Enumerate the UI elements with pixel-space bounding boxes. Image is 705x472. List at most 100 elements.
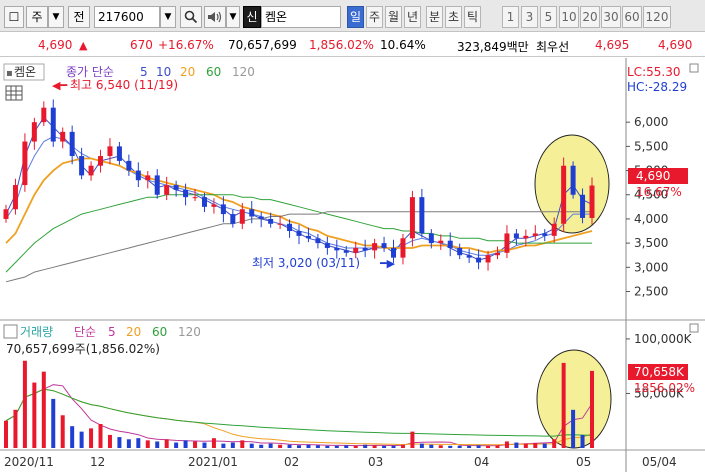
volume-bar bbox=[117, 437, 122, 448]
market-dropdown-icon[interactable]: ▼ bbox=[48, 6, 64, 28]
volume-bar bbox=[325, 445, 330, 448]
candle-body bbox=[145, 175, 151, 181]
volume-value: 70,657,699 bbox=[228, 38, 297, 52]
volume-bar bbox=[297, 445, 301, 448]
lc-label: LC:55.30 bbox=[627, 65, 680, 79]
volume-legend-prefix: 단순 bbox=[74, 325, 96, 339]
price-tick-label: 4,000 bbox=[634, 212, 668, 226]
sound-icon[interactable] bbox=[204, 6, 226, 28]
interval-60-button[interactable]: 60 bbox=[622, 6, 642, 28]
vol-legend-ma60: 60 bbox=[152, 325, 167, 339]
volume-bar bbox=[193, 441, 198, 448]
interval-10-button[interactable]: 10 bbox=[559, 6, 579, 28]
date-label: 04 bbox=[474, 455, 489, 469]
turnover-rate: 10.64% bbox=[380, 38, 426, 52]
candle-body bbox=[154, 175, 160, 195]
candle-body bbox=[476, 257, 482, 263]
volume-resize-handle[interactable] bbox=[689, 323, 699, 333]
volume-bar bbox=[22, 360, 27, 448]
period-week-tab[interactable]: 주 bbox=[366, 6, 383, 28]
candle-body bbox=[258, 216, 264, 219]
price-tick-label: 6,000 bbox=[634, 115, 668, 129]
volume-bar bbox=[89, 428, 94, 448]
grid-table-icon[interactable] bbox=[5, 85, 23, 101]
price-tick-label: 5,500 bbox=[634, 139, 668, 153]
volume-bar bbox=[448, 445, 453, 448]
volume-bar bbox=[410, 431, 415, 448]
volume-bar bbox=[372, 445, 377, 448]
volume-bar bbox=[41, 371, 46, 448]
candle-body bbox=[532, 233, 538, 236]
stock-name-field[interactable]: 켐온 bbox=[261, 6, 341, 28]
candle-body bbox=[457, 247, 463, 256]
interval-5-button[interactable]: 5 bbox=[540, 6, 557, 28]
candle-body bbox=[239, 209, 245, 224]
vol-legend-ma5: 5 bbox=[108, 325, 116, 339]
candle-body bbox=[485, 255, 491, 263]
current-price: 4,690 bbox=[38, 38, 73, 52]
credit-badge: 신 bbox=[243, 6, 261, 28]
volume-tick-label: 100,000K bbox=[634, 332, 693, 346]
panel-resize-handle[interactable] bbox=[689, 63, 699, 73]
candle-body bbox=[324, 243, 330, 248]
volume-bar bbox=[552, 439, 557, 448]
candle-body bbox=[60, 131, 66, 142]
candle-body bbox=[296, 231, 302, 236]
current-price-tag-text: 4,690 bbox=[636, 169, 670, 183]
legend-ma10: 10 bbox=[156, 65, 171, 79]
interval-1-button[interactable]: 1 bbox=[502, 6, 519, 28]
volume-bar bbox=[126, 439, 131, 448]
bid-price: 4,690 bbox=[658, 38, 693, 52]
period-year-tab[interactable]: 년 bbox=[404, 6, 421, 28]
window-icon[interactable]: ☐ bbox=[4, 6, 24, 28]
candle-body bbox=[211, 204, 217, 207]
sound-dropdown-icon[interactable]: ▼ bbox=[226, 6, 240, 28]
market-selector[interactable]: 주 bbox=[26, 6, 48, 28]
candle-body bbox=[438, 240, 444, 244]
volume-bar bbox=[259, 444, 264, 448]
current-pct-tag: 16.67% bbox=[636, 185, 682, 199]
candle-body bbox=[494, 252, 500, 256]
volume-bar bbox=[164, 439, 169, 448]
candle-body bbox=[192, 197, 198, 199]
candle-body bbox=[79, 156, 85, 176]
candle-body bbox=[50, 107, 56, 142]
candle-body bbox=[69, 131, 75, 157]
interval-20-button[interactable]: 20 bbox=[580, 6, 600, 28]
volume-bar bbox=[561, 362, 566, 448]
stock-code-input[interactable]: 217600 bbox=[94, 6, 160, 28]
period-minute-tab[interactable]: 분 bbox=[426, 6, 443, 28]
code-dropdown-icon[interactable]: ▼ bbox=[160, 6, 176, 28]
candle-body bbox=[41, 107, 47, 123]
interval-120-button[interactable]: 120 bbox=[643, 6, 671, 28]
volume-bar bbox=[542, 443, 547, 448]
candle-body bbox=[372, 243, 378, 251]
search-icon[interactable] bbox=[180, 6, 202, 28]
date-label: 03 bbox=[368, 455, 383, 469]
period-second-tab[interactable]: 초 bbox=[445, 6, 462, 28]
volume-bar bbox=[107, 434, 112, 448]
candle-body bbox=[542, 233, 548, 236]
volume-bar bbox=[533, 443, 538, 448]
price-tick-label: 2,500 bbox=[634, 284, 668, 298]
candle-body bbox=[447, 240, 453, 248]
period-month-tab[interactable]: 월 bbox=[385, 6, 402, 28]
interval-30-button[interactable]: 30 bbox=[601, 6, 621, 28]
legend-ma5: 5 bbox=[140, 65, 148, 79]
volume-bar bbox=[476, 445, 481, 448]
candle-body bbox=[343, 250, 349, 253]
volume-bar bbox=[353, 445, 358, 448]
volume-bar bbox=[486, 445, 491, 448]
period-tick-tab[interactable]: 틱 bbox=[464, 6, 481, 28]
candle-body bbox=[305, 235, 311, 239]
volume-bar bbox=[145, 440, 150, 448]
volume-bar bbox=[183, 440, 188, 448]
jeon-toggle[interactable]: 전 bbox=[68, 6, 90, 28]
interval-3-button[interactable]: 3 bbox=[521, 6, 538, 28]
candle-body bbox=[504, 233, 510, 253]
volume-panel-box bbox=[3, 324, 18, 339]
period-day-tab[interactable]: 일 bbox=[347, 6, 364, 28]
stock-chart[interactable]: 6,0005,5005,0004,5004,0003,5003,0002,500… bbox=[0, 58, 705, 472]
volume-bar bbox=[315, 445, 320, 448]
volume-bar bbox=[495, 445, 500, 448]
